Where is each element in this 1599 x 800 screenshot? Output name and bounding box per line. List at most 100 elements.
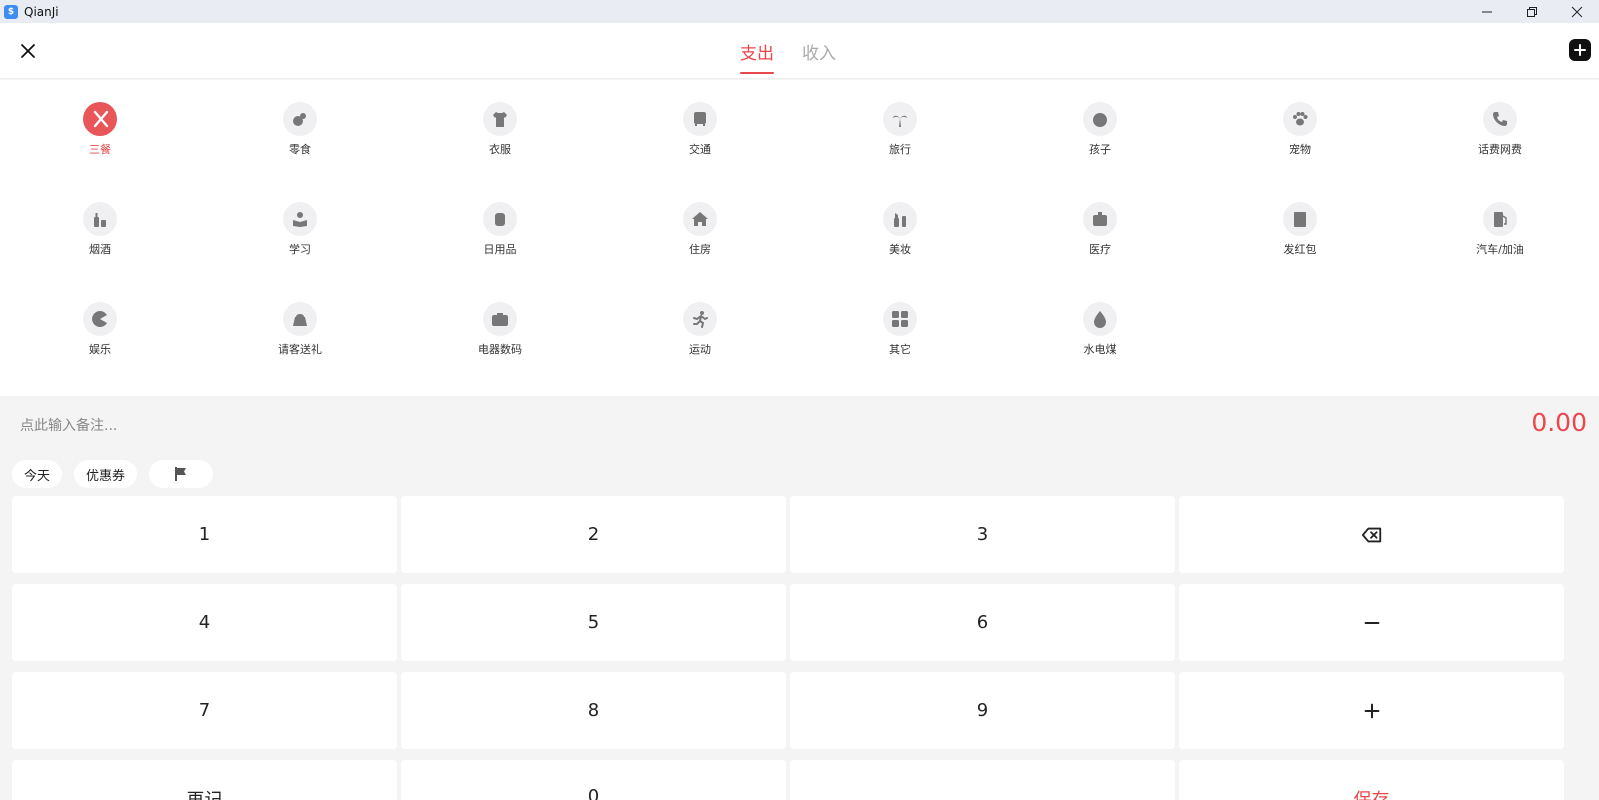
medical-kit-icon [1083,202,1117,236]
category-label: 发红包 [1283,243,1317,256]
record-again-key[interactable]: 再记 [12,760,397,800]
amount-display: 0.00 [1531,408,1587,437]
header-bar: 支出 收入 [0,23,1599,79]
coupon-chip[interactable]: 优惠券 [74,460,138,488]
backspace-icon [1361,527,1381,542]
app-logo-glyph: $ [7,6,15,17]
category-label: 请客送礼 [278,343,322,356]
app-logo-icon: $ [4,4,18,19]
key-7[interactable]: 7 [12,672,397,749]
category-label: 宠物 [1289,143,1311,156]
flag-chip[interactable] [149,460,214,488]
add-category-button[interactable] [1569,39,1591,61]
minimize-button[interactable] [1464,0,1509,23]
category-label: 运动 [689,343,711,356]
category-item[interactable]: 话费网费 [1450,102,1550,162]
minus-key[interactable] [1179,584,1564,661]
key-3[interactable]: 3 [790,496,1175,573]
key-0[interactable]: 0 [401,760,786,800]
running-icon [683,302,717,336]
category-item[interactable]: 汽车/加油 [1450,202,1550,262]
key-5[interactable]: 5 [401,584,786,661]
paw-icon [1283,102,1317,136]
plus-key[interactable] [1179,672,1564,749]
tab-expense[interactable]: 支出 [740,23,774,79]
category-item[interactable]: 电器数码 [450,302,550,362]
reading-icon [283,202,317,236]
category-grid: 三餐 零食 衣服 交通 旅行 孩子 宠物 话费网费烟酒 学习 日用品 住房 美妆 医疗 发红包 汽车/加油娱… [0,80,1599,396]
category-item[interactable]: 零食 [250,102,350,162]
category-item[interactable]: 美妆 [850,202,950,262]
restore-icon [1526,6,1537,17]
category-item[interactable]: 医疗 [1050,202,1150,262]
category-label: 零食 [289,143,311,156]
window-title: QianJi [24,4,59,19]
date-chip[interactable]: 今天 [12,460,63,488]
water-drop-icon [1083,302,1117,336]
option-chips: 今天 优惠券 [12,460,214,488]
gift-icon [283,302,317,336]
window-controls [1464,0,1599,23]
category-item[interactable]: 水电煤 [1050,302,1150,362]
category-item[interactable]: 请客送礼 [250,302,350,362]
note-row: 0.00 [0,404,1599,448]
category-label: 旅行 [889,143,911,156]
tissue-roll-icon [483,202,517,236]
flag-icon [175,467,187,481]
category-item[interactable]: 运动 [650,302,750,362]
category-label: 电器数码 [478,343,522,356]
cosmetics-icon [883,202,917,236]
tab-income[interactable]: 收入 [802,23,836,79]
category-item[interactable]: 孩子 [1050,102,1150,162]
category-label: 三餐 [89,143,111,156]
camera-icon [483,302,517,336]
category-item[interactable]: 住房 [650,202,750,262]
key-9[interactable]: 9 [790,672,1175,749]
type-tabs: 支出 收入 [740,23,836,79]
key-1[interactable]: 1 [12,496,397,573]
grid-icon [883,302,917,336]
bottle-icon [83,202,117,236]
window-titlebar: $ QianJi [0,0,1599,23]
category-item[interactable]: 宠物 [1250,102,1350,162]
child-face-icon [1083,102,1117,136]
category-item[interactable]: 发红包 [1250,202,1350,262]
house-icon [683,202,717,236]
backspace-key[interactable] [1179,496,1564,573]
category-item[interactable]: 衣服 [450,102,550,162]
decimal-key[interactable] [790,760,1175,800]
category-label: 汽车/加油 [1476,243,1524,256]
restore-button[interactable] [1509,0,1554,23]
category-label: 水电煤 [1083,343,1117,356]
category-label: 美妆 [889,243,911,256]
category-item[interactable]: 日用品 [450,202,550,262]
key-8[interactable]: 8 [401,672,786,749]
red-envelope-icon [1283,202,1317,236]
save-key[interactable]: 保存 [1179,760,1564,800]
key-2[interactable]: 2 [401,496,786,573]
window-close-button[interactable] [1554,0,1599,23]
shirt-icon [483,102,517,136]
plus-icon [1574,44,1586,56]
key-4[interactable]: 4 [12,584,397,661]
plus-key-icon [1364,703,1379,718]
category-item[interactable]: 旅行 [850,102,950,162]
category-label: 医疗 [1089,243,1111,256]
category-label: 学习 [289,243,311,256]
bus-icon [683,102,717,136]
category-item[interactable]: 学习 [250,202,350,262]
category-item[interactable]: 三餐 [50,102,150,162]
note-input[interactable] [20,412,920,440]
category-item[interactable]: 交通 [650,102,750,162]
gas-pump-icon [1483,202,1517,236]
category-item[interactable]: 娱乐 [50,302,150,362]
category-label: 日用品 [483,243,517,256]
key-6[interactable]: 6 [790,584,1175,661]
pacman-icon [83,302,117,336]
category-item[interactable]: 其它 [850,302,950,362]
category-item[interactable]: 烟酒 [50,202,150,262]
category-label: 娱乐 [89,343,111,356]
snack-icon [283,102,317,136]
minus-icon [1364,621,1379,624]
close-button[interactable] [16,39,40,63]
